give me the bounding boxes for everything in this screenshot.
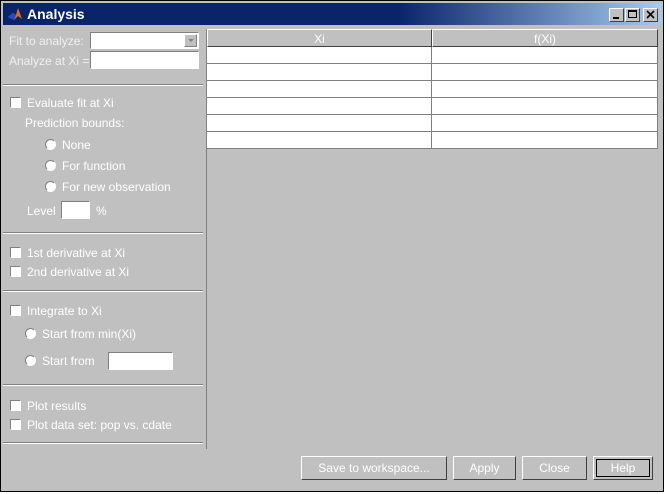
plot-dataset-checkbox[interactable] [10,419,21,430]
table-cell[interactable] [432,81,658,98]
title-bar: Analysis [3,3,661,25]
second-derivative-checkbox[interactable] [10,266,21,277]
table-cell[interactable] [432,132,658,149]
bounds-new-observation-label: For new observation [62,180,171,194]
results-table: Xi f(Xi) [206,29,658,449]
table-row [207,132,658,149]
plot-results-label: Plot results [27,399,87,413]
percent-label: % [96,204,107,218]
bounds-none-label: None [62,138,91,152]
close-button[interactable]: Close [522,456,587,480]
close-window-button[interactable] [643,8,658,22]
analyze-at-xi-label: Analyze at Xi = [9,54,90,68]
table-cell[interactable] [207,115,432,132]
table-row [207,64,658,81]
table-row [207,115,658,132]
table-row [207,47,658,64]
column-header-fxi[interactable]: f(Xi) [432,29,658,47]
fit-select[interactable] [90,32,199,49]
table-cell[interactable] [432,115,658,132]
bounds-none-radio[interactable] [45,139,56,150]
first-derivative-checkbox[interactable] [10,247,21,258]
level-label: Level [27,204,56,218]
apply-button[interactable]: Apply [453,456,516,480]
table-row [207,98,658,115]
window-title: Analysis [27,6,85,22]
plot-results-checkbox[interactable] [10,400,21,411]
save-to-workspace-button[interactable]: Save to workspace... [301,456,447,480]
table-row [207,81,658,98]
start-from-input[interactable] [108,352,173,370]
table-cell[interactable] [207,81,432,98]
fit-to-analyze-label: Fit to analyze: [9,34,84,48]
divider [3,442,203,444]
integrate-checkbox[interactable] [10,305,21,316]
level-input[interactable] [61,201,90,219]
table-cell[interactable] [207,98,432,115]
bounds-new-observation-radio[interactable] [45,181,56,192]
help-button[interactable]: Help [593,456,653,480]
start-from-min-label: Start from min(Xi) [42,327,137,341]
start-from-label: Start from [42,354,95,368]
table-cell[interactable] [432,47,658,64]
maximize-button[interactable] [625,8,640,22]
column-header-xi[interactable]: Xi [207,29,432,47]
plot-dataset-label: Plot data set: pop vs. cdate [27,418,172,432]
bounds-function-label: For function [62,159,126,173]
divider [3,290,203,292]
analysis-window: Analysis Fit to analyze: Analyze at Xi =… [0,0,664,492]
divider [3,232,203,234]
evaluate-fit-label: Evaluate fit at Xi [27,96,114,110]
table-cell[interactable] [207,132,432,149]
divider [3,384,203,386]
xi-input[interactable] [90,51,199,69]
prediction-bounds-label: Prediction bounds: [25,116,125,130]
integrate-label: Integrate to Xi [27,304,102,318]
table-cell[interactable] [207,47,432,64]
table-cell[interactable] [432,64,658,81]
minimize-icon [613,17,619,19]
close-icon [646,10,655,19]
chevron-down-icon[interactable] [184,34,197,47]
maximize-icon [628,10,637,18]
first-derivative-label: 1st derivative at Xi [27,246,126,260]
start-from-radio[interactable] [25,355,36,366]
matlab-logo-icon [8,8,22,20]
table-cell[interactable] [432,98,658,115]
divider [3,84,203,86]
minimize-button[interactable] [609,8,624,22]
second-derivative-label: 2nd derivative at Xi [27,265,130,279]
table-cell[interactable] [207,64,432,81]
bounds-function-radio[interactable] [45,160,56,171]
start-from-min-radio[interactable] [25,328,36,339]
table-header: Xi f(Xi) [207,29,658,47]
evaluate-fit-checkbox[interactable] [10,97,21,108]
